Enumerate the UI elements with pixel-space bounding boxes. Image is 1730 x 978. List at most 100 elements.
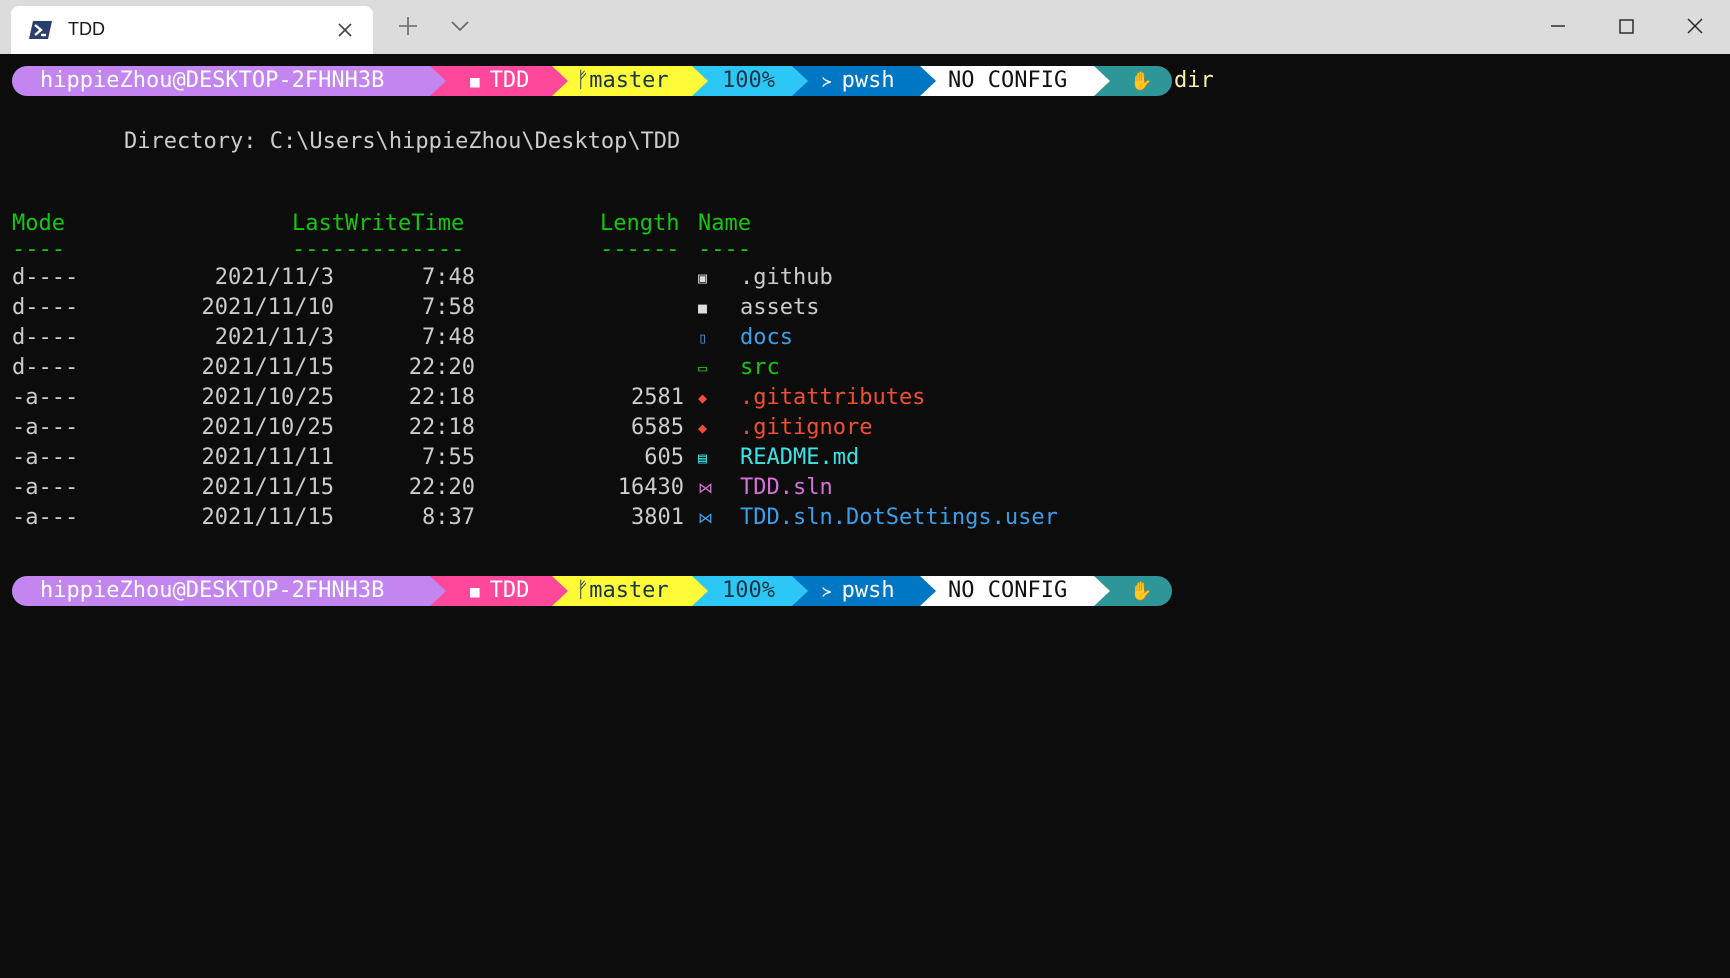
git-branch-icon: ᚠ [576,578,590,603]
folder-icon: ■ [470,72,480,91]
row-date: 2021/11/15 [201,505,334,530]
prompt-path: ■ TDD [430,66,552,96]
prompt-shell-label: pwsh [841,68,895,93]
prompt-shell: ≻ pwsh [792,576,920,606]
rule-lastwritetime: ------------- [292,237,465,262]
prompt-git-branch: master [589,68,669,93]
row-date: 2021/11/3 [214,265,334,290]
vscode-icon: ⋈ [698,509,713,527]
row-time: 7:58 [422,295,475,320]
markdown-icon: ▤ [698,449,708,467]
row-mode: d---- [12,325,79,350]
folder-icon: ■ [698,299,708,317]
plus-icon[interactable] [394,12,422,40]
segment-separator [792,66,808,96]
row-length: 605 [644,445,684,470]
segment-separator [1094,576,1110,606]
segment-separator [552,66,568,96]
segment-separator [1094,66,1110,96]
prompt-git: ᚠmaster [552,66,692,96]
git-icon: ◆ [698,419,708,437]
row-length: 16430 [617,475,684,500]
title-bar: TDD [0,0,1730,54]
row-name: .gitattributes [740,385,926,410]
prompt-user: hippieZhou@DESKTOP-2FHNH3B [12,576,430,606]
row-length [560,353,684,383]
minimize-icon[interactable] [1544,12,1572,40]
segment-separator [552,576,568,606]
folder-icon: ■ [470,582,480,601]
row-name: README.md [740,445,860,470]
row-time: 22:18 [408,415,475,440]
row-date: 2021/11/15 [201,475,334,500]
row-length [560,263,684,293]
row-date: 2021/11/10 [201,295,334,320]
shell-icon: ≻ [822,72,832,91]
row-mode: -a--- [12,505,79,530]
row-time: 8:37 [422,505,475,530]
row-name: assets [740,295,820,320]
row-time: 22:20 [408,355,475,380]
row-name: .github [740,265,833,290]
row-mode: d---- [12,265,79,290]
terminal-icon: ▭ [698,359,708,377]
prompt-path-label: TDD [489,578,530,603]
rule-length: ------ [600,237,680,262]
segment-separator [430,66,446,96]
row-date: 2021/10/25 [201,385,334,410]
prompt-user: hippieZhou@DESKTOP-2FHNH3B [12,66,430,96]
prompt-shell: ≻ pwsh [792,66,920,96]
segment-separator [792,576,808,606]
visual-studio-icon: ⋈ [698,479,713,497]
row-date: 2021/11/15 [201,355,334,380]
row-date: 2021/11/11 [201,445,334,470]
row-name: .gitignore [740,415,873,440]
row-time: 22:20 [408,475,475,500]
hand-icon: ✋ [1130,581,1153,602]
command-text: dir [1174,68,1214,93]
terminal-output[interactable]: hippieZhou@DESKTOP-2FHNH3B ■ TDD ᚠmaster … [0,54,1730,978]
row-name: TDD.sln.DotSettings.user [740,505,1058,530]
segment-separator [692,66,708,96]
prompt-git: ᚠmaster [552,576,692,606]
segment-separator [920,576,936,606]
tab-close-icon[interactable] [333,18,357,42]
row-length [560,323,684,353]
row-mode: -a--- [12,385,79,410]
row-time: 7:48 [422,265,475,290]
prompt-line: hippieZhou@DESKTOP-2FHNH3B ■ TDD ᚠmaster … [12,66,1272,96]
row-name: src [740,355,780,380]
prompt-path: ■ TDD [430,576,552,606]
segment-separator [430,576,446,606]
row-length [560,293,684,323]
row-length: 6585 [631,415,684,440]
segment-separator [920,66,936,96]
row-length: 3801 [631,505,684,530]
row-time: 7:55 [422,445,475,470]
tab-tdd[interactable]: TDD [11,6,373,54]
row-mode: -a--- [12,415,79,440]
maximize-icon[interactable] [1612,12,1640,40]
row-name: TDD.sln [740,475,833,500]
rule-mode: ---- [12,237,65,262]
rule-name: ---- [698,237,751,262]
git-branch-icon: ᚠ [576,68,590,93]
book-icon: ▯ [698,329,708,347]
row-length: 2581 [631,385,684,410]
prompt-git-branch: master [589,578,669,603]
shell-icon: ≻ [822,582,832,601]
powershell-icon [29,21,52,39]
row-date: 2021/10/25 [201,415,334,440]
prompt-line: hippieZhou@DESKTOP-2FHNH3B ■ TDD ᚠmaster … [12,576,1272,606]
prompt-config: NO CONFIG [920,576,1094,606]
chevron-down-icon[interactable] [446,12,474,40]
close-icon[interactable] [1681,12,1709,40]
row-mode: -a--- [12,445,79,470]
row-name: docs [740,325,793,350]
row-time: 7:48 [422,325,475,350]
github-folder-icon: ▣ [698,269,708,287]
prompt-path-label: TDD [489,68,530,93]
segment-separator [692,576,708,606]
prompt-shell-label: pwsh [841,578,895,603]
row-mode: d---- [12,355,79,380]
